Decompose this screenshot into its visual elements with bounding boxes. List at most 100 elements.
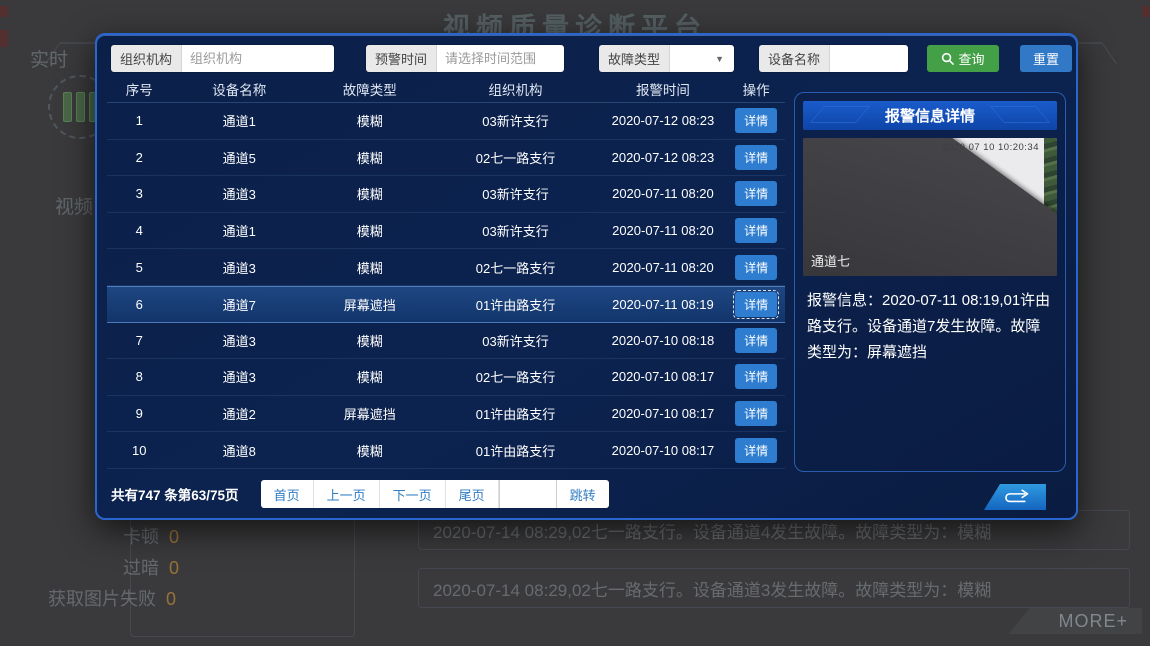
- cell-device: 通道3: [171, 184, 307, 203]
- gauge-bar: [76, 92, 85, 122]
- detail-panel-header: 报警信息详情: [803, 101, 1057, 130]
- fault-type-select[interactable]: ▼: [670, 45, 734, 72]
- cell-action: 详情: [727, 292, 785, 317]
- camera-snapshot: 2020 07 10 10:20:34 通道七: [803, 138, 1057, 276]
- next-page-button[interactable]: 下一页: [380, 480, 446, 508]
- device-name-filter-label: 设备名称: [759, 45, 830, 72]
- cell-fault-type: 模糊: [307, 148, 432, 167]
- cell-fault-type: 模糊: [307, 367, 432, 386]
- reset-button[interactable]: 重置: [1020, 45, 1072, 72]
- return-arrow-icon: [998, 488, 1032, 506]
- time-filter-input[interactable]: [437, 45, 564, 72]
- detail-button[interactable]: 详情: [735, 181, 777, 206]
- cell-alarm-time: 2020-07-12 08:23: [599, 150, 728, 165]
- detail-button[interactable]: 详情: [735, 218, 777, 243]
- cell-fault-type: 模糊: [307, 441, 432, 460]
- cell-device: 通道3: [171, 331, 307, 350]
- cell-device: 通道2: [171, 404, 307, 423]
- table-header-cell: 设备名称: [171, 79, 307, 99]
- cell-index: 5: [107, 260, 171, 275]
- cell-org: 02七一路支行: [432, 148, 598, 167]
- first-page-button[interactable]: 首页: [261, 480, 314, 508]
- table-row[interactable]: 8 通道3 模糊 02七一路支行 2020-07-10 08:17 详情: [107, 359, 785, 396]
- detail-button[interactable]: 详情: [735, 292, 777, 317]
- snapshot-timestamp: 2020 07 10 10:20:34: [942, 142, 1039, 153]
- bg-stat-value: 0: [169, 558, 179, 578]
- bg-stat-label: 获取图片失败: [48, 589, 156, 609]
- detail-button[interactable]: 详情: [735, 145, 777, 170]
- cell-alarm-time: 2020-07-10 08:18: [599, 333, 728, 348]
- cell-org: 03新许支行: [432, 221, 598, 240]
- detail-button[interactable]: 详情: [735, 255, 777, 280]
- cell-index: 7: [107, 333, 171, 348]
- fault-type-filter: 故障类型 ▼: [599, 45, 734, 72]
- cell-fault-type: 模糊: [307, 258, 432, 277]
- table-row[interactable]: 1 通道1 模糊 03新许支行 2020-07-12 08:23 详情: [107, 103, 785, 140]
- cell-device: 通道1: [171, 221, 307, 240]
- cell-org: 02七一路支行: [432, 367, 598, 386]
- filter-bar: 组织机构 预警时间 故障类型 ▼ 设备名称: [111, 45, 1068, 72]
- cell-alarm-time: 2020-07-10 08:17: [599, 406, 728, 421]
- last-page-button[interactable]: 尾页: [446, 480, 499, 508]
- query-button[interactable]: 查询: [927, 45, 999, 72]
- device-name-filter: 设备名称: [759, 45, 908, 72]
- detail-button[interactable]: 详情: [735, 108, 777, 133]
- cell-action: 详情: [727, 255, 785, 280]
- cell-index: 4: [107, 223, 171, 238]
- table-row[interactable]: 4 通道1 模糊 03新许支行 2020-07-11 08:20 详情: [107, 213, 785, 250]
- cell-device: 通道5: [171, 148, 307, 167]
- cell-org: 01许由路支行: [432, 404, 598, 423]
- bg-stat-label: 卡顿: [123, 527, 159, 547]
- cell-index: 6: [107, 297, 171, 312]
- more-button[interactable]: MORE+: [1008, 608, 1142, 634]
- table-row[interactable]: 3 通道3 模糊 03新许支行 2020-07-11 08:20 详情: [107, 176, 785, 213]
- table-row[interactable]: 10 通道8 模糊 01许由路支行 2020-07-10 08:17 详情: [107, 432, 785, 469]
- cell-org: 02七一路支行: [432, 258, 598, 277]
- jump-button[interactable]: 跳转: [557, 480, 609, 508]
- device-name-input[interactable]: [830, 45, 908, 72]
- table-header-cell: 序号: [107, 79, 171, 99]
- table-row[interactable]: 7 通道3 模糊 03新许支行 2020-07-10 08:18 详情: [107, 323, 785, 360]
- cell-action: 详情: [727, 145, 785, 170]
- cell-alarm-time: 2020-07-11 08:20: [599, 260, 728, 275]
- reset-button-label: 重置: [1033, 49, 1059, 68]
- detail-button[interactable]: 详情: [735, 328, 777, 353]
- cell-action: 详情: [727, 401, 785, 426]
- screen: 视频质量诊断平台 实时 视频 卡顿0 过暗0 获取图片失败0 2020-07-1…: [0, 0, 1150, 646]
- cell-alarm-time: 2020-07-10 08:17: [599, 369, 728, 384]
- table-header-cell: 组织机构: [432, 79, 598, 99]
- table-row[interactable]: 2 通道5 模糊 02七一路支行 2020-07-12 08:23 详情: [107, 140, 785, 177]
- query-button-label: 查询: [958, 49, 984, 68]
- bg-alarm-message: 2020-07-14 08:29,02七一路支行。设备通道3发生故障。故障类型为…: [418, 568, 1130, 608]
- table-header-cell: 报警时间: [599, 79, 728, 99]
- cell-fault-type: 模糊: [307, 111, 432, 130]
- collapse-return-button[interactable]: [984, 484, 1046, 510]
- detail-button[interactable]: 详情: [735, 401, 777, 426]
- cell-index: 1: [107, 113, 171, 128]
- cell-index: 8: [107, 369, 171, 384]
- pagination-summary: 共有747 条第63/75页: [111, 484, 239, 504]
- alarm-table: 序号设备名称故障类型组织机构报警时间操作 1 通道1 模糊 03新许支行 202…: [107, 75, 785, 469]
- chevron-down-icon: ▼: [715, 54, 724, 64]
- snapshot-channel-label: 通道七: [811, 251, 850, 270]
- time-filter: 预警时间: [366, 45, 564, 72]
- org-filter-input[interactable]: [182, 45, 334, 72]
- cell-org: 01许由路支行: [432, 295, 598, 314]
- table-row[interactable]: 6 通道7 屏幕遮挡 01许由路支行 2020-07-11 08:19 详情: [107, 286, 785, 323]
- cell-alarm-time: 2020-07-11 08:20: [599, 186, 728, 201]
- cell-alarm-time: 2020-07-11 08:19: [599, 297, 728, 312]
- cell-alarm-time: 2020-07-11 08:20: [599, 223, 728, 238]
- bg-realtime-label: 实时: [30, 45, 68, 72]
- table-header-cell: 故障类型: [307, 79, 432, 99]
- cell-org: 03新许支行: [432, 111, 598, 130]
- alarm-detail-text: 报警信息：2020-07-11 08:19,01许由路支行。设备通道7发生故障。…: [807, 288, 1053, 365]
- bg-stat-value: 0: [166, 589, 176, 609]
- detail-button[interactable]: 详情: [735, 438, 777, 463]
- page-jump-input[interactable]: [499, 480, 557, 508]
- table-row[interactable]: 9 通道2 屏幕遮挡 01许由路支行 2020-07-10 08:17 详情: [107, 396, 785, 433]
- prev-page-button[interactable]: 上一页: [314, 480, 380, 508]
- bg-stat-item: 卡顿0: [123, 523, 179, 549]
- detail-button[interactable]: 详情: [735, 364, 777, 389]
- table-row[interactable]: 5 通道3 模糊 02七一路支行 2020-07-11 08:20 详情: [107, 249, 785, 286]
- pagination-buttons: 首页 上一页 下一页 尾页 跳转: [261, 480, 609, 508]
